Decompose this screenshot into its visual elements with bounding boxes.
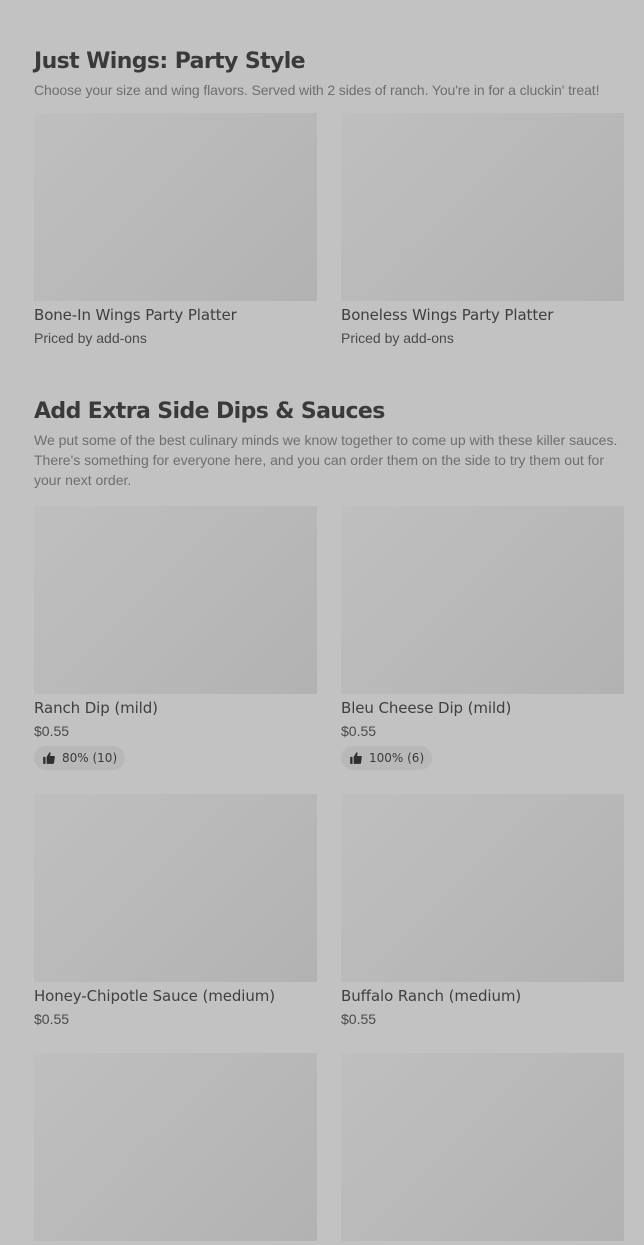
menu-item-card[interactable]: Buffalo Ranch (medium) $0.55 xyxy=(341,794,624,1029)
menu-item-card[interactable]: Bleu Cheese Dip (mild) $0.55 100% (6) xyxy=(341,506,624,770)
item-price: $0.55 xyxy=(341,723,377,739)
item-image[interactable] xyxy=(341,506,624,694)
item-image[interactable] xyxy=(34,506,317,694)
menu-item-card[interactable] xyxy=(341,1053,624,1245)
menu-item-card[interactable]: Ranch Dip (mild) $0.55 80% (10) xyxy=(34,506,317,770)
item-image[interactable] xyxy=(341,1053,624,1241)
thumbs-up-icon xyxy=(349,751,363,765)
item-name: Ranch Dip (mild) xyxy=(34,699,158,717)
rating-text: 100% (6) xyxy=(369,751,425,765)
item-price: $0.55 xyxy=(34,1011,70,1027)
item-image[interactable] xyxy=(341,113,624,301)
item-image[interactable] xyxy=(34,794,317,982)
thumbs-up-icon xyxy=(42,751,56,765)
item-grid: Ranch Dip (mild) $0.55 80% (10) Bleu Che… xyxy=(34,506,624,1245)
section-description: We put some of the best culinary minds w… xyxy=(34,432,618,488)
item-name: Boneless Wings Party Platter xyxy=(341,306,554,324)
section-title: Add Extra Side Dips & Sauces xyxy=(34,399,385,424)
section-description: Choose your size and wing flavors. Serve… xyxy=(34,82,600,98)
menu-section-party-style: Just Wings: Party Style Choose your size… xyxy=(34,47,624,348)
item-price: $0.55 xyxy=(341,1011,377,1027)
item-price: $0.55 xyxy=(34,723,70,739)
item-name: Buffalo Ranch (medium) xyxy=(341,987,522,1005)
menu-section-side-dips: Add Extra Side Dips & Sauces We put some… xyxy=(34,397,624,1245)
rating-text: 80% (10) xyxy=(62,751,118,765)
item-image[interactable] xyxy=(34,1053,317,1241)
section-title: Just Wings: Party Style xyxy=(34,49,306,74)
item-name: Bone-In Wings Party Platter xyxy=(34,306,237,324)
item-image[interactable] xyxy=(341,794,624,982)
rating-badge: 80% (10) xyxy=(34,746,126,770)
rating-badge: 100% (6) xyxy=(341,746,433,770)
item-price: Priced by add-ons xyxy=(34,330,147,346)
menu-item-card[interactable] xyxy=(34,1053,317,1245)
item-price: Priced by add-ons xyxy=(341,330,454,346)
item-grid: Bone-In Wings Party Platter Priced by ad… xyxy=(34,113,624,348)
menu-item-card[interactable]: Bone-In Wings Party Platter Priced by ad… xyxy=(34,113,317,348)
item-name: Bleu Cheese Dip (mild) xyxy=(341,699,512,717)
item-image[interactable] xyxy=(34,113,317,301)
menu-item-card[interactable]: Honey-Chipotle Sauce (medium) $0.55 xyxy=(34,794,317,1029)
menu-item-card[interactable]: Boneless Wings Party Platter Priced by a… xyxy=(341,113,624,348)
item-name: Honey-Chipotle Sauce (medium) xyxy=(34,987,276,1005)
